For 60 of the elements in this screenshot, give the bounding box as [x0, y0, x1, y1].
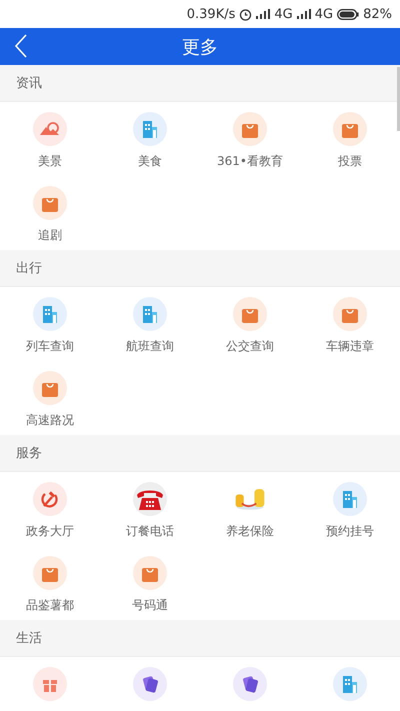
- icon-background[interactable]: [133, 297, 167, 331]
- page-title: 更多: [182, 36, 218, 58]
- battery-level: 82%: [363, 6, 392, 22]
- item-label: 政务大厅: [26, 523, 74, 540]
- signal-icon: [256, 9, 270, 19]
- signal-icon: [296, 9, 311, 19]
- icon-background[interactable]: [133, 556, 167, 590]
- section-header: 资讯: [0, 65, 400, 102]
- item-label: 高速路况: [26, 412, 74, 429]
- item-label: 品鉴薯都: [26, 597, 74, 614]
- scrollbar-thumb: [397, 67, 400, 131]
- item-label: 养老保险: [226, 523, 274, 540]
- item-label: 车辆违章: [326, 338, 374, 355]
- item-label: 361•看教育: [217, 153, 283, 170]
- item-label: 航班查询: [126, 338, 174, 355]
- icon-background[interactable]: [33, 297, 67, 331]
- item-label: 美食: [138, 153, 162, 170]
- icon-background[interactable]: [33, 371, 67, 405]
- icon-background[interactable]: [133, 667, 167, 701]
- building-icon: [342, 675, 358, 693]
- section-header: 服务: [0, 435, 400, 472]
- item-label: 公交查询: [226, 338, 274, 355]
- item-label: 预约挂号: [326, 523, 374, 540]
- icon-background[interactable]: [333, 667, 367, 701]
- icon-background[interactable]: [233, 112, 267, 146]
- icon-background[interactable]: [133, 112, 167, 146]
- icon-background[interactable]: [233, 667, 267, 701]
- building-icon: [142, 305, 158, 323]
- icon-background[interactable]: [333, 297, 367, 331]
- item-label: 列车查询: [26, 338, 74, 355]
- icon-background[interactable]: [333, 112, 367, 146]
- building-icon: [42, 305, 58, 323]
- building-icon: [142, 120, 158, 138]
- section-header: 出行: [0, 250, 400, 287]
- network-speed: 0.39K/s: [186, 6, 236, 22]
- icon-background[interactable]: [333, 482, 367, 516]
- coins-icon: [233, 486, 267, 512]
- item-label: 投票: [338, 153, 362, 170]
- section-header: 生活: [0, 620, 400, 657]
- icon-background[interactable]: [33, 482, 67, 516]
- cards-icon: [241, 675, 259, 693]
- icon-background[interactable]: [233, 297, 267, 331]
- item-label: 追剧: [38, 227, 62, 244]
- building-icon: [342, 490, 358, 508]
- landscape-icon: [40, 122, 60, 136]
- item-label: 美景: [38, 153, 62, 170]
- battery-icon: [337, 8, 360, 20]
- network-type: 4G: [274, 6, 293, 22]
- network-type: 4G: [314, 6, 334, 22]
- icon-background[interactable]: [33, 112, 67, 146]
- item-label: 订餐电话: [126, 523, 174, 540]
- cards-icon: [141, 675, 159, 693]
- alarm-icon: [239, 8, 252, 20]
- icon-background[interactable]: [133, 482, 167, 516]
- icon-background[interactable]: [33, 667, 67, 701]
- icon-background[interactable]: [33, 186, 67, 220]
- icon-background[interactable]: [33, 556, 67, 590]
- back-icon[interactable]: [14, 34, 28, 58]
- hammer-sickle-icon: [41, 490, 59, 508]
- item-label: 号码通: [132, 597, 168, 614]
